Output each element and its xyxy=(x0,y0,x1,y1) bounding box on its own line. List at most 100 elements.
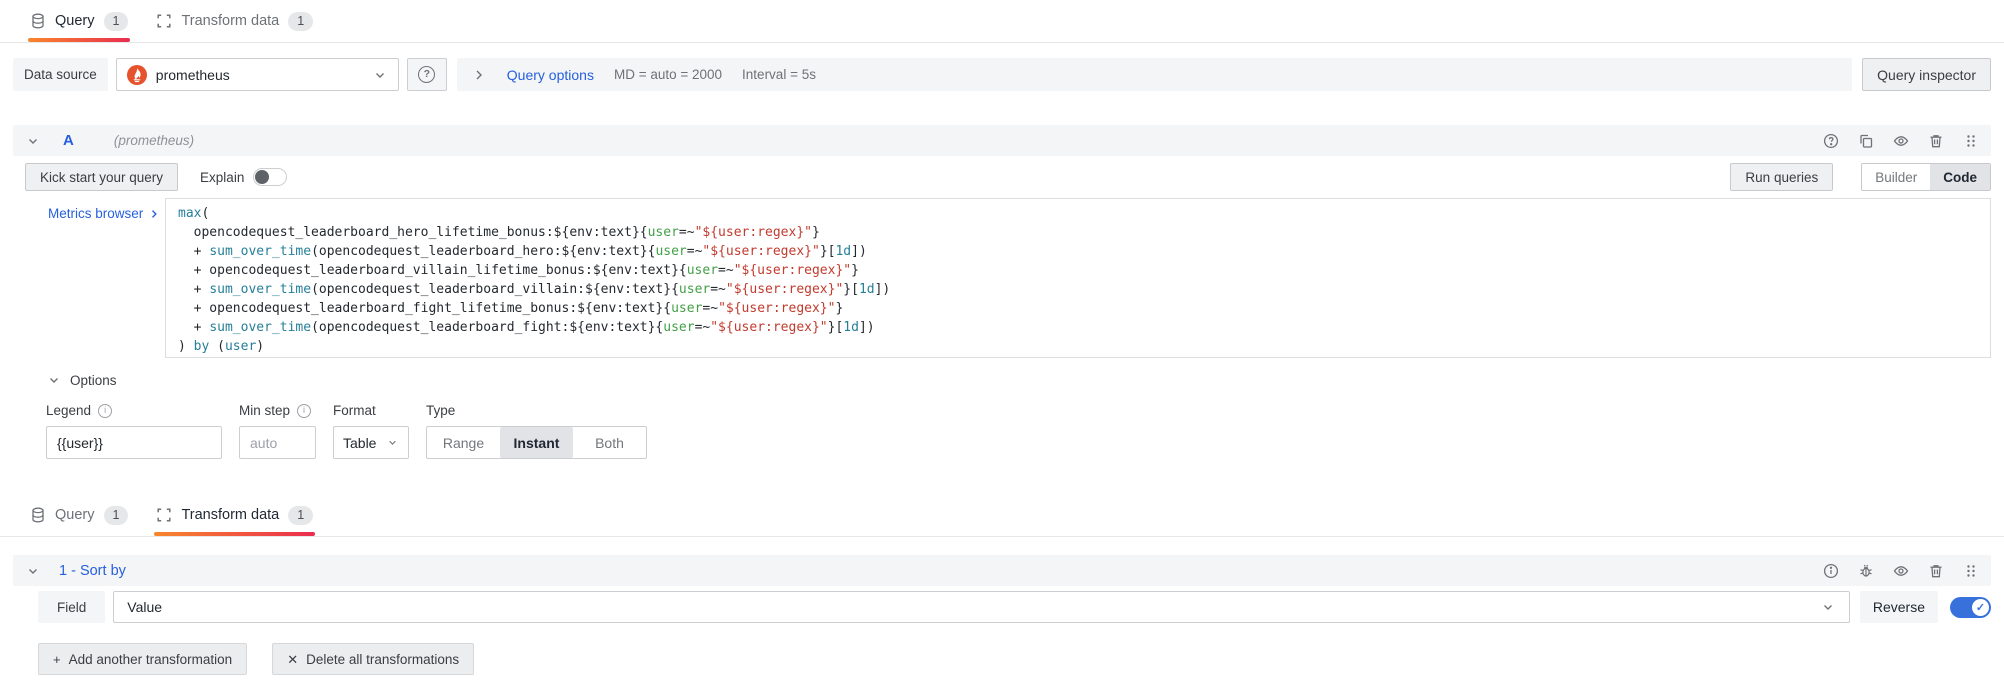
format-field: Format Table xyxy=(333,403,409,459)
transformation-title[interactable]: 1 - Sort by xyxy=(59,563,126,579)
sort-field-value: Value xyxy=(127,599,162,615)
transform-icon xyxy=(156,13,172,29)
help-icon[interactable] xyxy=(1823,133,1839,149)
collapse-chevron-icon xyxy=(46,372,62,388)
format-select[interactable]: Table xyxy=(333,426,409,459)
min-step-input[interactable] xyxy=(239,426,316,459)
delete-all-transformations-button[interactable]: ✕ Delete all transformations xyxy=(272,643,474,675)
info-circle-icon: i xyxy=(297,404,311,418)
legend-field: Legendi xyxy=(46,403,222,459)
query-toolbar: Kick start your query Explain Run querie… xyxy=(25,163,1991,191)
tab-count-badge: 1 xyxy=(288,506,313,525)
tab-label: Transform data xyxy=(181,13,279,29)
question-circle-icon: ? xyxy=(418,66,435,83)
reverse-toggle[interactable]: ✓ xyxy=(1950,597,1991,618)
query-options-link[interactable]: Query options xyxy=(507,67,594,83)
chevron-right-icon xyxy=(148,208,160,220)
check-icon: ✓ xyxy=(1972,599,1989,616)
type-label: Type xyxy=(426,403,455,418)
query-datasource-hint: (prometheus) xyxy=(114,133,194,148)
tab-count-badge: 1 xyxy=(104,12,129,31)
tab-count-badge: 1 xyxy=(288,12,313,31)
query-inspector-button[interactable]: Query inspector xyxy=(1862,58,1991,91)
datasource-value: prometheus xyxy=(156,67,230,83)
options-section: Options Legendi Min stepi Format Table T… xyxy=(46,372,1991,459)
field-label: Field xyxy=(38,591,105,623)
query-actions xyxy=(1823,133,1979,149)
format-label: Format xyxy=(333,403,376,418)
trash-icon[interactable] xyxy=(1928,563,1944,579)
tab-label: Query xyxy=(55,13,95,29)
eye-icon[interactable] xyxy=(1893,133,1909,149)
query-options-panel: Query options MD = auto = 2000 Interval … xyxy=(457,58,1852,91)
prometheus-icon xyxy=(127,65,147,85)
info-icon[interactable] xyxy=(1823,563,1839,579)
type-field: Type Range Instant Both xyxy=(426,403,647,459)
min-step-label: Min step xyxy=(239,403,290,418)
bottom-tabbar: Query 1 Transform data 1 xyxy=(0,494,2004,537)
sort-field-select[interactable]: Value xyxy=(113,591,1850,623)
tab-query[interactable]: Query 1 xyxy=(30,0,128,42)
max-data-points-summary: MD = auto = 2000 xyxy=(614,67,722,82)
database-icon xyxy=(30,507,46,523)
editor-row: Metrics browser max( opencodequest_leade… xyxy=(13,198,1991,358)
trash-icon[interactable] xyxy=(1928,133,1944,149)
tab-query[interactable]: Query 1 xyxy=(30,494,128,536)
debug-bug-icon[interactable] xyxy=(1858,563,1874,579)
reverse-label: Reverse xyxy=(1860,591,1938,623)
transformations-footer: + Add another transformation ✕ Delete al… xyxy=(38,643,1991,675)
transformation-actions xyxy=(1823,563,1979,579)
type-option-range[interactable]: Range xyxy=(427,427,500,458)
chevron-down-icon xyxy=(1820,599,1836,615)
transform-sort-by-header: 1 - Sort by xyxy=(13,555,1991,586)
mode-builder[interactable]: Builder xyxy=(1862,164,1930,190)
transform-icon xyxy=(156,507,172,523)
tab-transform-data[interactable]: Transform data 1 xyxy=(156,0,313,42)
collapse-chevron-icon[interactable] xyxy=(25,563,41,579)
tab-label: Transform data xyxy=(181,507,279,523)
query-ref-id[interactable]: A xyxy=(63,132,74,149)
add-transformation-button[interactable]: + Add another transformation xyxy=(38,643,247,675)
metrics-browser-link[interactable]: Metrics browser xyxy=(13,198,165,221)
tab-label: Query xyxy=(55,507,95,523)
mode-code[interactable]: Code xyxy=(1930,164,1990,190)
drag-handle-icon[interactable] xyxy=(1963,563,1979,579)
close-icon: ✕ xyxy=(287,653,298,666)
min-step-field: Min step i xyxy=(239,403,316,459)
explain-label: Explain xyxy=(200,170,244,185)
query-code[interactable]: max( opencodequest_leaderboard_hero_life… xyxy=(165,198,1991,358)
active-tab-underline xyxy=(154,532,315,536)
datasource-help-button[interactable]: ? xyxy=(407,58,447,91)
explain-toggle[interactable] xyxy=(253,168,287,186)
chevron-down-icon xyxy=(372,67,388,83)
drag-handle-icon[interactable] xyxy=(1963,133,1979,149)
top-tabbar: Query 1 Transform data 1 xyxy=(0,0,2004,43)
chevron-right-icon[interactable] xyxy=(471,67,487,83)
info-circle-icon: i xyxy=(98,404,112,418)
legend-label: Legend xyxy=(46,403,91,418)
type-option-both[interactable]: Both xyxy=(573,427,646,458)
database-icon xyxy=(30,13,46,29)
eye-icon[interactable] xyxy=(1893,563,1909,579)
collapse-chevron-icon[interactable] xyxy=(25,133,41,149)
datasource-label: Data source xyxy=(13,58,108,91)
interval-summary: Interval = 5s xyxy=(742,67,816,82)
editor-mode-switch: Builder Code xyxy=(1861,163,1991,191)
explain-control: Explain xyxy=(200,168,287,186)
sort-by-field-row: Field Value Reverse ✓ xyxy=(38,591,1991,623)
run-queries-button[interactable]: Run queries xyxy=(1730,163,1833,191)
type-option-instant[interactable]: Instant xyxy=(500,427,573,458)
query-a-header: A (prometheus) xyxy=(13,125,1991,156)
tab-transform-data[interactable]: Transform data 1 xyxy=(156,494,313,536)
options-header[interactable]: Options xyxy=(46,372,1991,388)
type-radio-group: Range Instant Both xyxy=(426,426,647,459)
duplicate-icon[interactable] xyxy=(1858,133,1874,149)
plus-icon: + xyxy=(53,653,61,666)
legend-input[interactable] xyxy=(46,426,222,459)
datasource-picker[interactable]: prometheus xyxy=(116,58,399,91)
kick-start-query-button[interactable]: Kick start your query xyxy=(25,163,178,191)
chevron-down-icon xyxy=(386,436,399,449)
tab-count-badge: 1 xyxy=(104,506,129,525)
active-tab-underline xyxy=(28,38,130,42)
datasource-row: Data source prometheus ? Query options M… xyxy=(13,58,1991,91)
